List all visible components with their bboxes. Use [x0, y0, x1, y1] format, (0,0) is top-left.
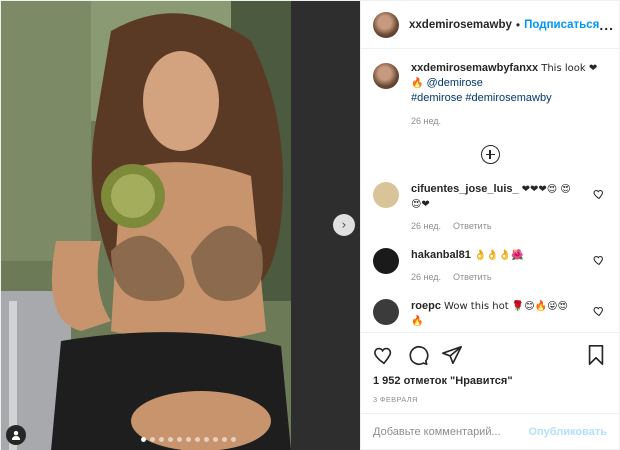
comment-avatar[interactable]: [373, 182, 399, 209]
carousel-dot: [177, 437, 182, 442]
comment-avatar[interactable]: [373, 299, 399, 326]
author-username[interactable]: xxdemirosemawby: [409, 19, 512, 31]
heart-icon[interactable]: [373, 344, 395, 366]
reply-button[interactable]: Ответить: [453, 219, 491, 234]
chevron-right-icon: ›: [341, 217, 347, 233]
comment-like-icon[interactable]: [593, 188, 605, 200]
carousel-dots: [141, 437, 236, 442]
user-tag-icon: [12, 431, 20, 440]
plus-circle-icon[interactable]: [480, 145, 500, 165]
carousel-dot: [231, 437, 236, 442]
comment-like-icon[interactable]: [593, 254, 605, 266]
carousel-dot: [195, 437, 200, 442]
caption-body: xxdemirosemawbyfanxx This look ❤ 🔥 @demi…: [411, 61, 607, 129]
comment-body: hakanbal81 👌👌👌🌺 26 нед. Ответить: [411, 248, 581, 285]
carousel-dot: [168, 437, 173, 442]
load-more-comments[interactable]: [373, 145, 607, 165]
post-caption: xxdemirosemawbyfanxx This look ❤ 🔥 @demi…: [373, 61, 607, 129]
comment-input[interactable]: [373, 426, 529, 439]
carousel-dot: [222, 437, 227, 442]
share-icon[interactable]: [441, 344, 463, 366]
author-avatar[interactable]: [373, 11, 399, 38]
carousel-dot: [141, 437, 146, 442]
add-comment-bar: Опубликовать: [361, 412, 619, 450]
post-actions: [361, 332, 619, 376]
comment-body: cifuentes_jose_luis_ ❤❤❤😍 😍😍❤ 26 нед. От…: [411, 182, 581, 234]
carousel-dot: [159, 437, 164, 442]
comment-avatar[interactable]: [373, 248, 399, 275]
post-header: xxdemirosemawby • Подписаться ...: [361, 1, 619, 50]
follow-button[interactable]: Подписаться: [524, 19, 599, 31]
comment-item: cifuentes_jose_luis_ ❤❤❤😍 😍😍❤ 26 нед. От…: [373, 182, 607, 234]
caption-mention[interactable]: @demirose: [427, 77, 483, 89]
bookmark-icon[interactable]: [585, 344, 607, 366]
reply-button[interactable]: Ответить: [453, 270, 491, 285]
caption-time[interactable]: 26 нед.: [411, 114, 607, 129]
header-separator: •: [515, 17, 521, 32]
carousel-next-button[interactable]: ›: [333, 214, 355, 236]
comment-item: roepc Wow this hot 🌹😊🔥😜😍 🔥: [373, 299, 607, 329]
comment-icon[interactable]: [407, 344, 429, 366]
comment-text: 👌👌👌🌺: [473, 250, 524, 262]
post-photo[interactable]: ›: [1, 1, 360, 450]
comment-meta: 26 нед. Ответить: [411, 219, 581, 234]
carousel-dot: [150, 437, 155, 442]
comment-username[interactable]: roepc: [411, 300, 441, 312]
carousel-dot: [186, 437, 191, 442]
comment-time[interactable]: 26 нед.: [411, 270, 441, 285]
photo-image: [1, 1, 360, 450]
more-options-icon[interactable]: ...: [599, 17, 614, 33]
comment-item: hakanbal81 👌👌👌🌺 26 нед. Ответить: [373, 248, 607, 285]
post-side-panel: xxdemirosemawby • Подписаться ... xxdemi…: [360, 1, 619, 450]
post-date[interactable]: 3 ФЕВРАЛЯ: [361, 395, 619, 404]
carousel-dot: [204, 437, 209, 442]
comments-scroll-area[interactable]: xxdemirosemawbyfanxx This look ❤ 🔥 @demi…: [361, 49, 619, 332]
comment-time[interactable]: 26 нед.: [411, 219, 441, 234]
caption-avatar[interactable]: [373, 63, 399, 90]
instagram-post: › xxdemirosemawby • Подписаться ... xxde…: [0, 0, 620, 450]
caption-hashtags[interactable]: #demirose #demirosemawby: [411, 92, 552, 104]
publish-button[interactable]: Опубликовать: [528, 426, 607, 438]
comment-username[interactable]: hakanbal81: [411, 249, 471, 261]
comment-like-icon[interactable]: [593, 305, 605, 317]
carousel-dot: [213, 437, 218, 442]
comment-body: roepc Wow this hot 🌹😊🔥😜😍 🔥: [411, 299, 581, 329]
tagged-users-button[interactable]: [6, 425, 26, 445]
comment-username[interactable]: cifuentes_jose_luis_: [411, 183, 519, 195]
comment-meta: 26 нед. Ответить: [411, 270, 581, 285]
caption-username[interactable]: xxdemirosemawbyfanxx: [411, 62, 538, 74]
likes-count[interactable]: 1 952 отметок "Нравится": [361, 375, 619, 387]
